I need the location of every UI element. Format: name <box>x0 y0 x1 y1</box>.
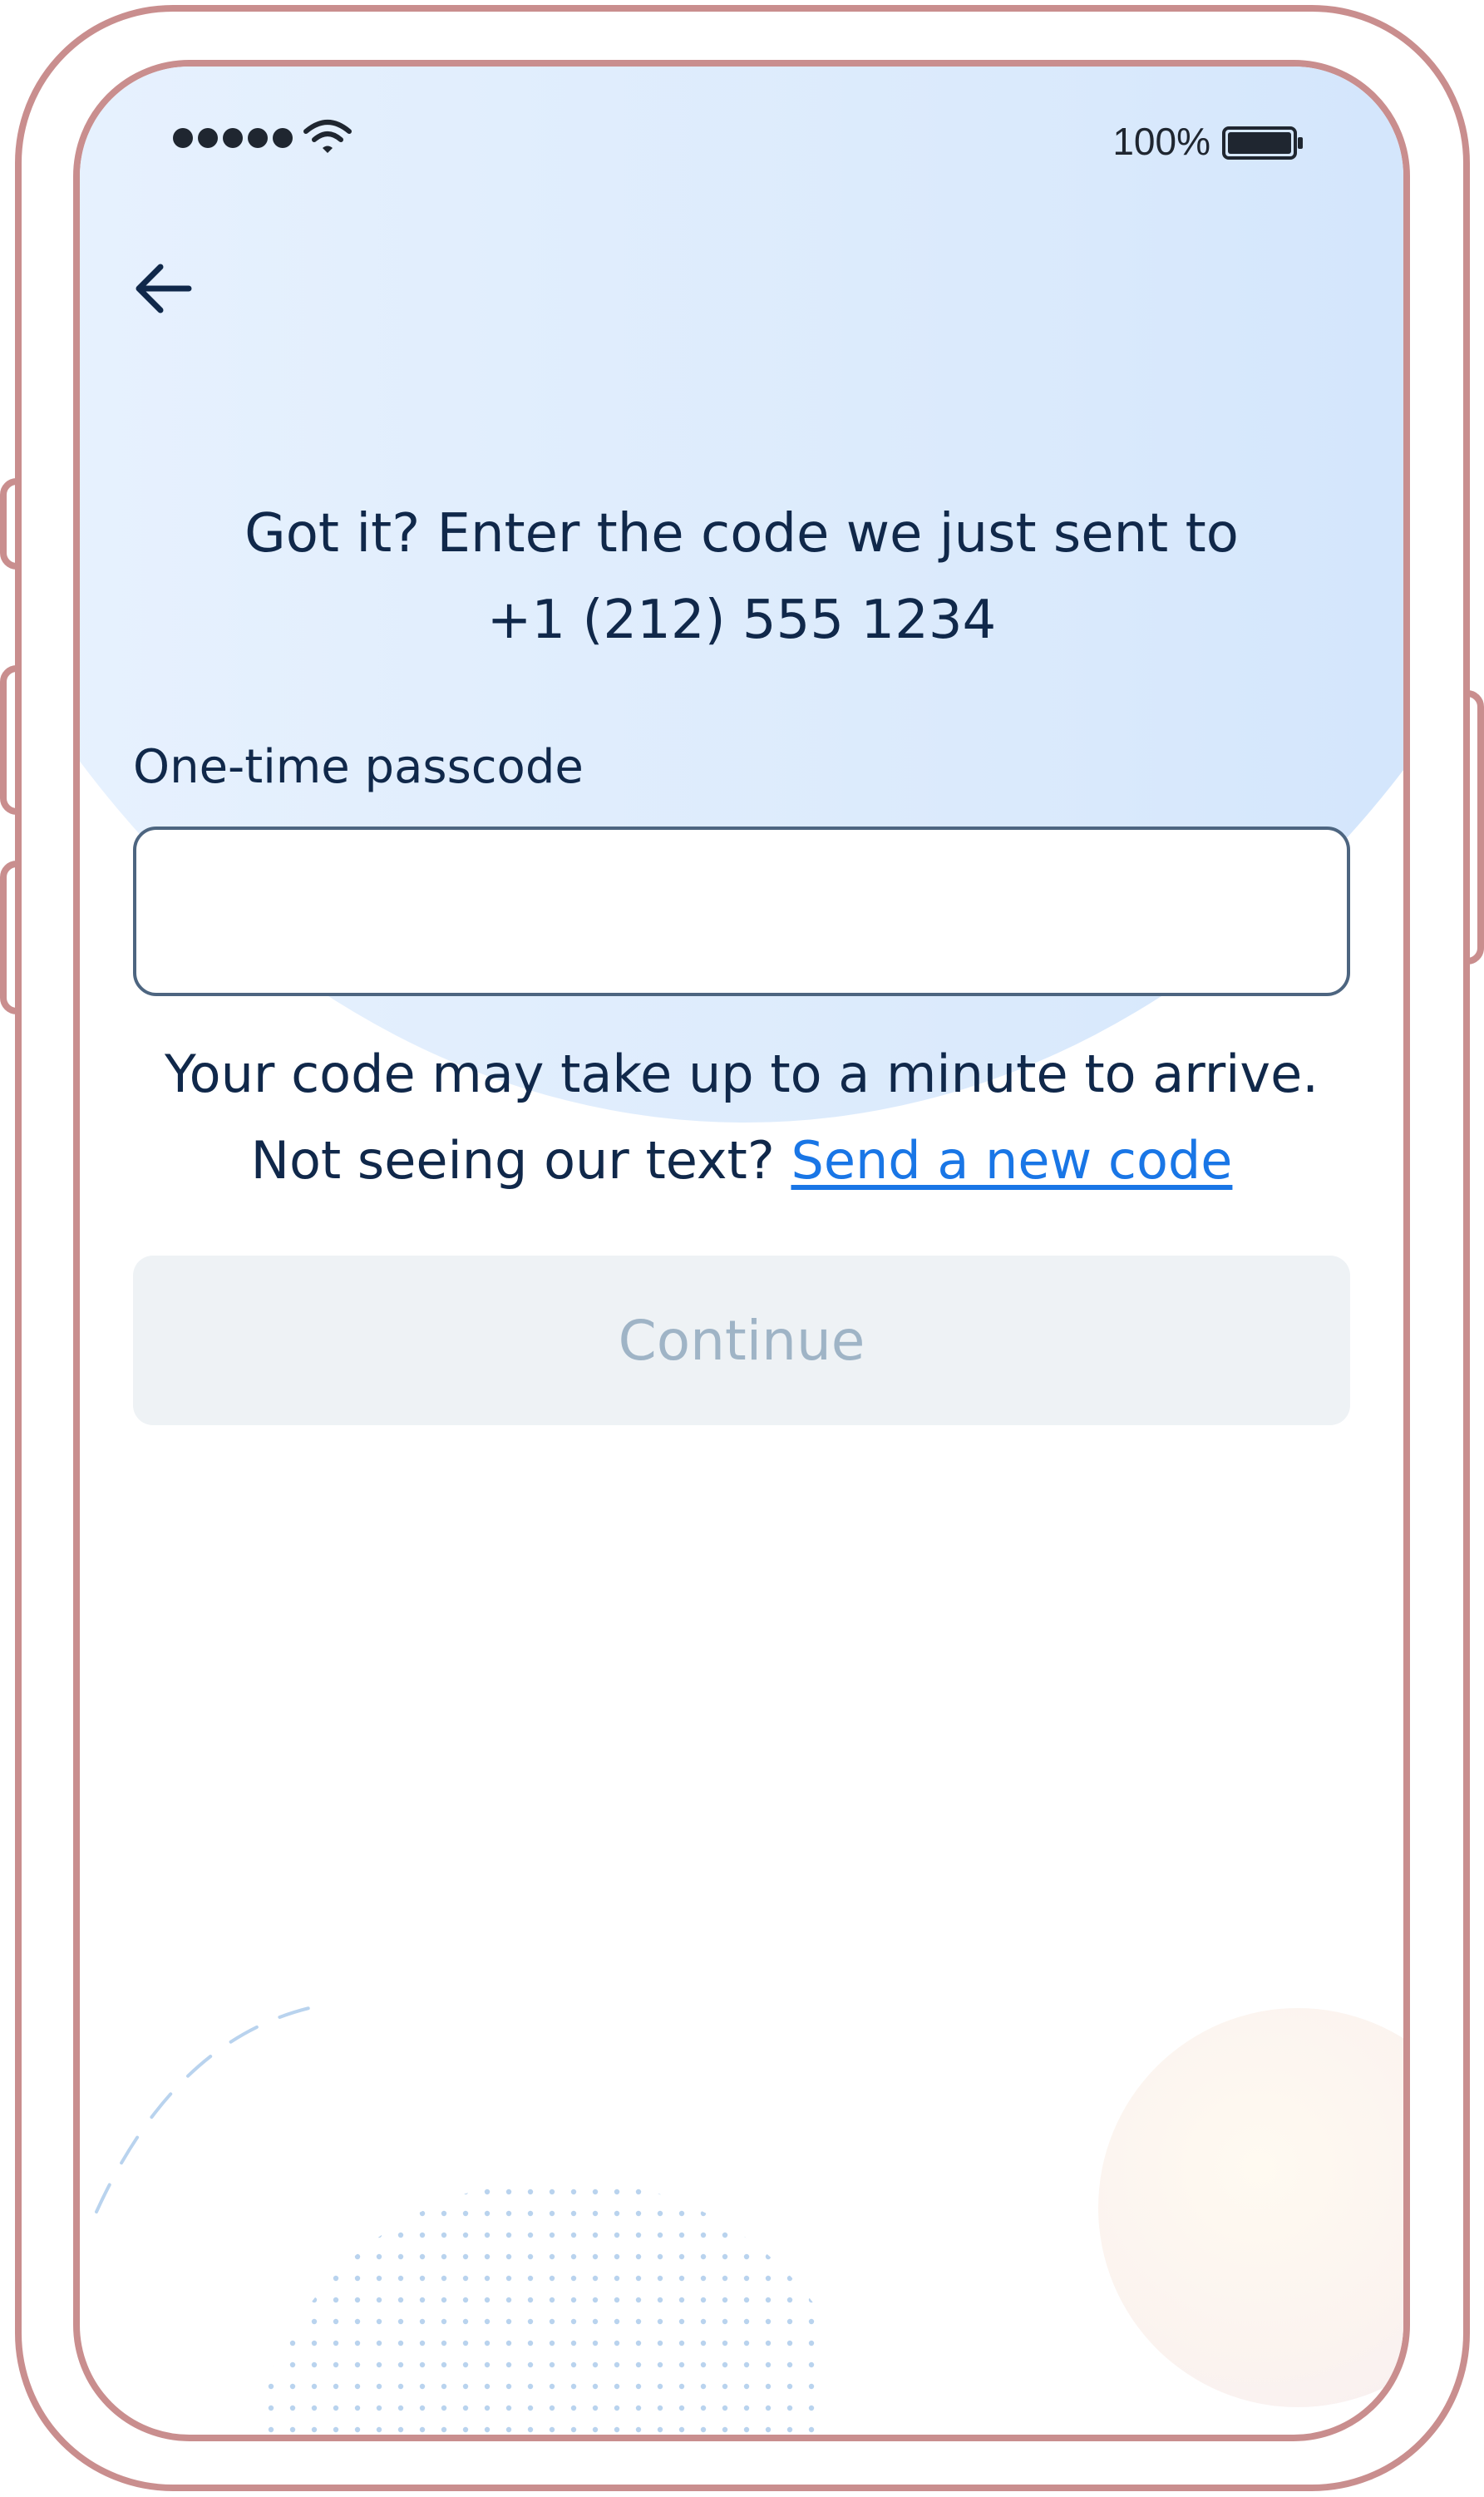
arrow-left-icon <box>136 264 192 313</box>
passcode-input[interactable] <box>133 827 1350 996</box>
battery-icon <box>1222 126 1303 160</box>
phone-number: +1 (212) 555 1234 <box>486 590 997 651</box>
continue-button[interactable]: Continue <box>133 1256 1350 1425</box>
info-text: Your code may take up to a minute to arr… <box>80 1031 1403 1204</box>
page-heading: Got it? Enter the code we just sent to +… <box>80 491 1403 664</box>
battery-percentage: 100% <box>1112 120 1210 163</box>
signal-dots-icon <box>173 128 293 148</box>
screen: 100% Got it? Enter the code we just sent… <box>73 60 1410 2441</box>
decorative-dot-pattern <box>246 2179 828 2435</box>
phone-mockup: 100% Got it? Enter the code we just sent… <box>0 0 1484 2497</box>
status-bar: 100% <box>80 116 1403 166</box>
info-line-delay: Your code may take up to a minute to arr… <box>165 1044 1319 1104</box>
wifi-icon <box>303 120 352 153</box>
send-new-code-link[interactable]: Send a new code <box>791 1130 1232 1191</box>
back-button[interactable] <box>126 251 201 326</box>
passcode-label: One-time passcode <box>133 740 584 794</box>
resend-prompt: Not seeing our text? <box>250 1130 791 1191</box>
heading-instruction: Got it? Enter the code we just sent to <box>244 503 1239 565</box>
info-line-resend: Not seeing our text? Send a new code <box>80 1118 1403 1204</box>
decorative-circle <box>1098 2008 1403 2407</box>
